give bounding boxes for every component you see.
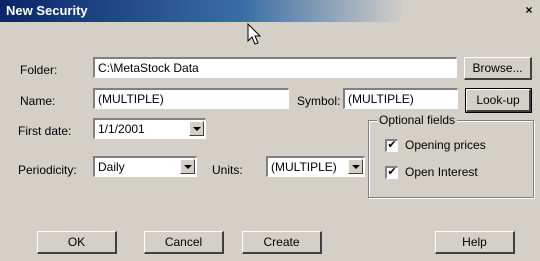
periodicity-select[interactable]: Daily — [93, 156, 197, 177]
close-icon[interactable]: × — [522, 3, 536, 17]
optional-fields-legend: Optional fields — [377, 113, 458, 127]
folder-label: Folder: — [20, 63, 58, 77]
symbol-label: Symbol: — [297, 94, 341, 108]
units-label: Units: — [212, 163, 243, 177]
chevron-down-icon[interactable] — [189, 121, 204, 136]
title-bar: New Security × — [0, 0, 540, 22]
chevron-down-icon[interactable] — [348, 159, 363, 174]
periodicity-value: Daily — [98, 160, 125, 174]
first-date-select[interactable]: 1/1/2001 — [93, 118, 206, 139]
open-interest-checkbox[interactable]: ✔ — [385, 166, 398, 179]
units-value: (MULTIPLE) — [271, 160, 337, 174]
folder-input[interactable]: C:\MetaStock Data — [93, 57, 457, 78]
lookup-button[interactable]: Look-up — [465, 88, 532, 113]
open-interest-label: Open Interest — [405, 165, 478, 179]
periodicity-label: Periodicity: — [18, 163, 77, 177]
mouse-cursor-icon — [247, 23, 262, 45]
create-button[interactable]: Create — [242, 231, 322, 254]
cancel-button[interactable]: Cancel — [144, 231, 224, 254]
help-button[interactable]: Help — [435, 231, 515, 254]
optional-fields-group: Optional fields ✔ Opening prices ✔ Open … — [368, 113, 534, 198]
first-date-value: 1/1/2001 — [98, 122, 145, 136]
browse-button[interactable]: Browse... — [464, 57, 532, 80]
name-input[interactable]: (MULTIPLE) — [93, 88, 289, 109]
symbol-input[interactable]: (MULTIPLE) — [343, 88, 458, 109]
ok-button[interactable]: OK — [37, 231, 117, 254]
opening-prices-label: Opening prices — [405, 138, 486, 152]
name-label: Name: — [20, 94, 56, 108]
window-title: New Security — [6, 3, 88, 18]
units-select[interactable]: (MULTIPLE) — [266, 156, 365, 177]
first-date-label: First date: — [18, 124, 72, 138]
chevron-down-icon[interactable] — [180, 159, 195, 174]
opening-prices-checkbox[interactable]: ✔ — [385, 139, 398, 152]
